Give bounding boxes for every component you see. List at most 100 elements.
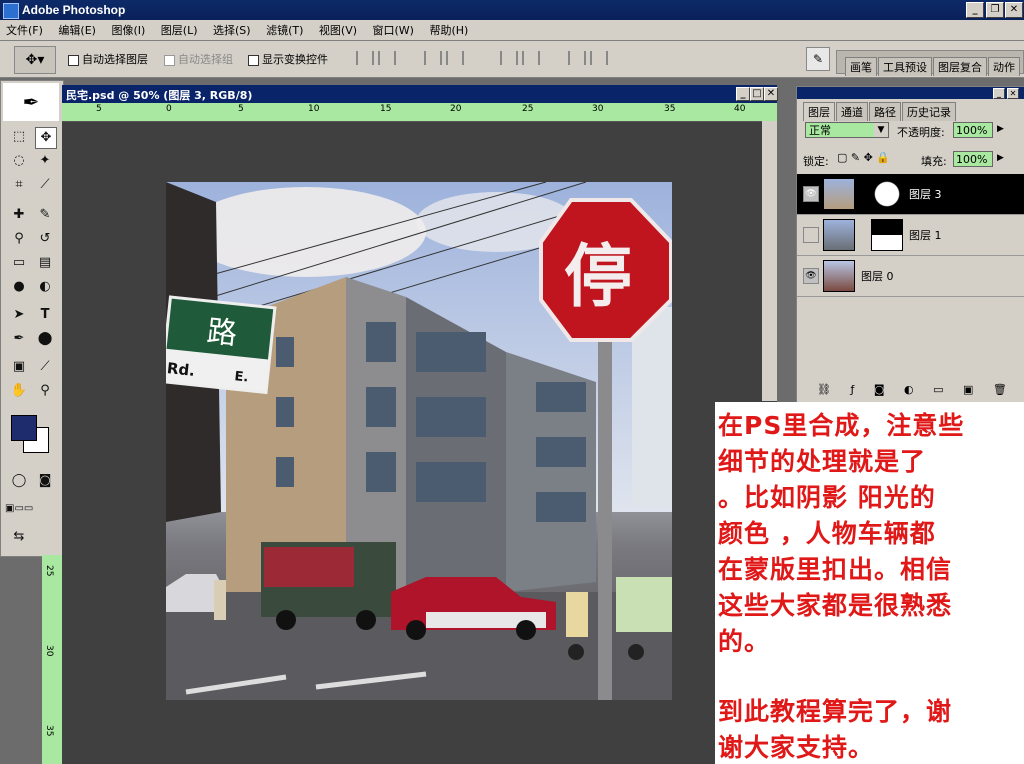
layer-name: 图层 1 [909,229,942,242]
tab-actions[interactable]: 动作 [988,57,1020,76]
history-brush-icon[interactable]: ↺ [35,229,55,249]
tab-layers[interactable]: 图层 [803,102,835,121]
layer-mask-thumbnail[interactable] [871,219,903,251]
move-tool-icon[interactable]: ✥ [35,127,57,149]
blend-mode-select[interactable]: 正常 ▼ [805,122,889,138]
auto-select-layer-checkbox[interactable]: 自动选择图层 [68,51,148,67]
distribute-left-icon[interactable] [568,51,586,65]
eye-hidden-icon[interactable] [803,227,819,243]
align-left-icon[interactable] [424,51,442,65]
tab-tool-presets[interactable]: 工具预设 [878,57,932,76]
tab-channels[interactable]: 通道 [836,102,868,121]
vertical-ruler: 25 30 35 [42,555,63,764]
ruler-h-label: 40 [734,104,746,114]
menu-filter[interactable]: 滤镜(T) [260,20,309,38]
path-select-icon[interactable]: ➤ [9,305,29,325]
slice-tool-icon[interactable]: ⟋ [35,175,55,195]
gradient-tool-icon[interactable]: ▤ [35,253,55,273]
note-line: 这些大家都是很熟悉 [718,591,953,620]
align-vcenter-icon[interactable] [378,51,396,65]
menu-file[interactable]: 文件(F) [0,20,49,38]
standard-mode-icon[interactable]: ◯ [9,471,29,491]
opacity-field[interactable]: 100% [953,122,993,138]
fill-arrow-icon[interactable]: ▶ [997,153,1004,163]
move-tool-preset-picker[interactable]: ✥▾ [14,46,56,74]
type-tool-icon[interactable]: T [35,305,55,325]
fill-label: 填充: [921,155,947,168]
ruler-h-label: 15 [380,104,392,114]
lasso-tool-icon[interactable]: ◌ [9,151,29,171]
note-line: 颜色 ，人物车辆都 [718,519,936,548]
doc-minimize-button[interactable]: _ [736,87,750,101]
brush-tool-icon[interactable]: ✎ [35,205,55,225]
panel-close-button[interactable]: ✕ [1007,88,1019,99]
dodge-tool-icon[interactable]: ◐ [35,277,55,297]
pen-tool-icon[interactable]: ✒ [9,329,29,349]
layer-name: 图层 3 [909,188,942,201]
crop-tool-icon[interactable]: ⌗ [9,175,29,195]
layer-mask-thumbnail[interactable] [871,178,903,210]
note-line: 到此教程算完了，谢 [718,697,953,726]
foreground-color-swatch[interactable] [11,415,37,441]
fill-field[interactable]: 100% [953,151,993,167]
clone-stamp-icon[interactable]: ⚲ [9,229,29,249]
vertical-scrollbar[interactable] [762,121,777,401]
feather-logo-icon[interactable]: ✒ [3,83,59,121]
tab-history[interactable]: 历史记录 [902,102,956,121]
doc-close-button[interactable]: ✕ [764,87,778,101]
marquee-tool-icon[interactable]: ⬚ [9,127,29,147]
opacity-arrow-icon[interactable]: ▶ [997,124,1004,134]
close-button[interactable]: ✕ [1005,2,1023,18]
ruler-h-label: 0 [166,104,172,114]
quick-mask-icon[interactable]: ◙ [35,471,55,491]
layer-row[interactable]: 👁 图层 3 [797,174,1024,215]
ruler-h-label: 10 [308,104,320,114]
ellipse-tool-icon[interactable]: ⬤ [35,329,55,349]
eraser-icon[interactable]: ▭ [9,253,29,273]
layer-row[interactable]: 图层 1 [797,215,1024,256]
note-line: 。比如阴影 阳光的 [718,483,936,512]
panel-minimize-button[interactable]: _ [993,88,1005,99]
magic-wand-icon[interactable]: ✦ [35,151,55,171]
hand-tool-icon[interactable]: ✋ [9,381,29,401]
auto-select-group-checkbox[interactable]: 自动选择组 [164,51,233,67]
eye-icon[interactable]: 👁 [803,268,819,284]
menu-help[interactable]: 帮助(H) [423,20,474,38]
tab-brushes[interactable]: 画笔 [845,57,877,76]
layer-thumbnail [823,219,855,251]
opacity-label: 不透明度: [897,126,945,139]
menu-select[interactable]: 选择(S) [207,20,257,38]
menu-edit[interactable]: 编辑(E) [52,20,102,38]
ruler-v-label: 35 [44,725,54,737]
blur-tool-icon[interactable]: ● [9,277,29,297]
menu-layer[interactable]: 图层(L) [155,20,204,38]
healing-brush-icon[interactable]: ✚ [9,205,29,225]
ruler-v-label: 25 [44,565,54,577]
layer-actions-toolbar[interactable]: ⛓ ƒ ◙ ◐ ▭ ▣ 🗑 [817,383,1015,396]
layer-row[interactable]: 👁 图层 0 [797,256,1024,297]
ruler-h-label: 25 [522,104,534,114]
jump-to-imageready-icon[interactable]: ⇆ [9,527,29,547]
distribute-vcenter-icon[interactable] [522,51,540,65]
zoom-tool-icon[interactable]: ⚲ [35,381,55,401]
distribute-hcenter-icon[interactable] [590,51,608,65]
doc-maximize-button[interactable]: □ [750,87,764,101]
canvas-image[interactable]: 路 Rd. E. 停 [166,182,672,700]
show-transform-checkbox[interactable]: 显示变换控件 [248,51,328,67]
menu-image[interactable]: 图像(I) [105,20,151,38]
align-hcenter-icon[interactable] [446,51,464,65]
menu-window[interactable]: 窗口(W) [367,20,420,38]
screen-mode-icon[interactable]: ▣▭▭ [5,499,33,519]
align-top-icon[interactable] [356,51,374,65]
distribute-top-icon[interactable] [500,51,518,65]
tab-paths[interactable]: 路径 [869,102,901,121]
file-browser-icon[interactable]: ✎ [806,47,830,71]
minimize-button[interactable]: _ [966,2,984,18]
tab-layer-comps[interactable]: 图层复合 [933,57,987,76]
lock-icons[interactable]: ▢ ✎ ✥ 🔒 [837,151,890,164]
eye-icon[interactable]: 👁 [803,186,819,202]
notes-tool-icon[interactable]: ▣ [9,357,29,377]
restore-button[interactable]: ❐ [986,2,1004,18]
menu-view[interactable]: 视图(V) [313,20,363,38]
eyedropper-icon[interactable]: ⟋ [35,357,55,377]
